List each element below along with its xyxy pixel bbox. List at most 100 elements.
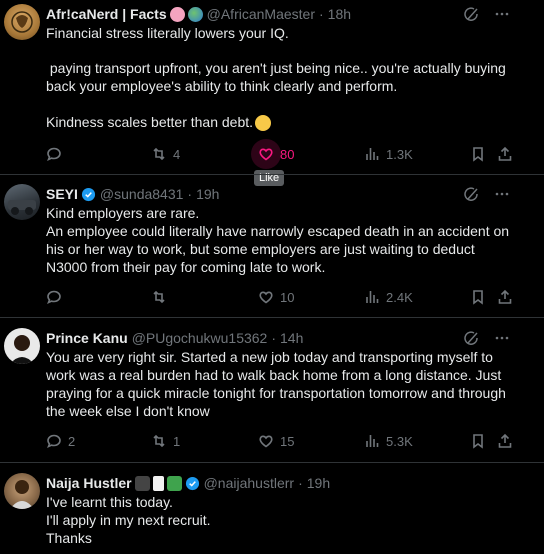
more-options-icon[interactable] — [494, 186, 510, 202]
reply-icon — [47, 434, 61, 449]
like-button[interactable]: 80 — [251, 139, 295, 169]
views-button[interactable]: 2.4K — [364, 287, 413, 307]
reply-icon — [47, 147, 61, 162]
post-text-line: paying transport upfront, you aren't jus… — [46, 60, 506, 76]
avatar[interactable] — [4, 4, 40, 40]
repost-icon — [153, 290, 165, 304]
share-button[interactable] — [497, 287, 513, 307]
views-button[interactable]: 1.3K — [364, 144, 413, 164]
post[interactable]: Afr!caNerd | Facts @AfricanMaester · 18h… — [0, 0, 544, 186]
repost-button[interactable] — [151, 287, 173, 307]
view-count: 5.3K — [386, 433, 413, 449]
verified-badge-icon — [185, 476, 200, 491]
timestamp[interactable]: 18h — [328, 6, 351, 22]
share-button[interactable] — [497, 431, 513, 451]
post-text-line: I'll apply in my next recruit. — [46, 512, 211, 528]
views-icon — [366, 435, 379, 447]
timestamp[interactable]: 19h — [196, 186, 219, 202]
recycle-emoji-icon — [166, 475, 182, 491]
bookmark-button[interactable] — [470, 287, 486, 307]
like-count: 10 — [280, 289, 295, 305]
avatar[interactable] — [4, 184, 40, 220]
separator: · — [271, 330, 277, 346]
grok-icon[interactable] — [464, 6, 480, 22]
like-count: 15 — [280, 433, 295, 449]
share-button[interactable] — [497, 144, 513, 164]
post-text-line: Thanks — [46, 530, 92, 546]
user-handle[interactable]: @PUgochukwu15362 — [132, 330, 268, 346]
like-button[interactable]: 10 — [258, 287, 294, 307]
timestamp[interactable]: 19h — [307, 475, 330, 491]
repost-button[interactable]: 4 — [151, 144, 180, 164]
post-text-line: the week else I don't know — [46, 403, 210, 419]
post[interactable]: Prince Kanu @PUgochukwu15362 · 14h You a… — [0, 318, 544, 463]
post-text: Financial stress literally lowers your I… — [46, 24, 516, 132]
display-name[interactable]: SEYI — [46, 186, 78, 202]
share-icon — [498, 289, 512, 304]
post[interactable]: Naija Hustler @naijahustlerr · 19h I've … — [0, 463, 544, 554]
more-options-icon[interactable] — [494, 6, 510, 22]
separator: · — [318, 6, 324, 22]
post-text: I've learnt this today. I'll apply in my… — [46, 493, 516, 547]
repost-count: 1 — [173, 433, 181, 449]
heart-icon — [259, 435, 273, 448]
post-text: You are very right sir. Started a new jo… — [46, 348, 516, 420]
share-icon — [498, 146, 512, 161]
bookmark-icon — [473, 147, 483, 162]
repost-icon — [153, 147, 165, 161]
post[interactable]: SEYI @sunda8431 · 19h Kind employers are… — [0, 175, 544, 318]
separator: · — [187, 186, 193, 202]
action-bar: 4 80 1.3K — [46, 139, 513, 169]
display-name[interactable]: Naija Hustler — [46, 475, 132, 491]
post-text-line: I've learnt this today. — [46, 494, 173, 510]
post-text-line — [46, 95, 516, 113]
avatar[interactable] — [4, 473, 40, 509]
display-name[interactable]: Afr!caNerd | Facts — [46, 6, 167, 22]
verified-badge-icon — [81, 187, 96, 202]
heart-icon — [259, 291, 273, 304]
user-handle[interactable]: @naijahustlerr — [204, 475, 294, 491]
heart-icon — [259, 148, 273, 161]
grok-icon[interactable] — [464, 330, 480, 346]
like-button[interactable]: 15 — [258, 431, 294, 451]
user-handle[interactable]: @AfricanMaester — [207, 6, 315, 22]
post-text-line: work was a real burden had to walk back … — [46, 367, 502, 383]
reply-button[interactable] — [46, 287, 68, 307]
reply-button[interactable]: 2 — [46, 431, 75, 451]
post-text-line — [46, 42, 516, 60]
action-bar: 10 2.4K — [46, 287, 512, 307]
repost-button[interactable]: 1 — [151, 431, 180, 451]
post-text-line: Kind employers are rare. — [46, 205, 200, 221]
reply-count: 2 — [68, 433, 76, 449]
grok-icon[interactable] — [464, 186, 480, 202]
post-text-line: An employee could literally have narrowl… — [46, 223, 510, 239]
user-handle[interactable]: @sunda8431 — [100, 186, 184, 202]
views-button[interactable]: 5.3K — [364, 431, 413, 451]
timestamp[interactable]: 14h — [280, 330, 303, 346]
views-icon — [366, 148, 379, 160]
bookmark-button[interactable] — [470, 144, 486, 164]
brain-emoji-icon — [169, 6, 185, 22]
display-name[interactable]: Prince Kanu — [46, 330, 128, 346]
view-count: 1.3K — [386, 146, 413, 162]
share-icon — [498, 433, 512, 448]
bookmark-button[interactable] — [470, 431, 486, 451]
post-text-line: Financial stress literally lowers your I… — [46, 25, 289, 41]
post-text-line: back your employee's ability to think cl… — [46, 78, 398, 94]
separator: · — [298, 475, 303, 491]
reply-icon — [47, 290, 61, 305]
post-text: Kind employers are rare. An employee cou… — [46, 204, 516, 276]
repost-count: 4 — [173, 146, 181, 162]
post-text-line: N3000 from their pay for coming late to … — [46, 259, 326, 275]
view-count: 2.4K — [386, 289, 413, 305]
smiling-emoji-icon — [255, 115, 272, 132]
bookmark-icon — [473, 290, 483, 305]
views-icon — [366, 291, 379, 303]
like-count: 80 — [280, 146, 295, 162]
globe-emoji-icon — [187, 6, 203, 22]
post-text-segment: Kindness scales better than debt. — [46, 114, 254, 130]
repost-icon — [153, 434, 165, 448]
more-options-icon[interactable] — [494, 330, 510, 346]
reply-button[interactable] — [46, 144, 68, 164]
avatar[interactable] — [4, 328, 40, 364]
